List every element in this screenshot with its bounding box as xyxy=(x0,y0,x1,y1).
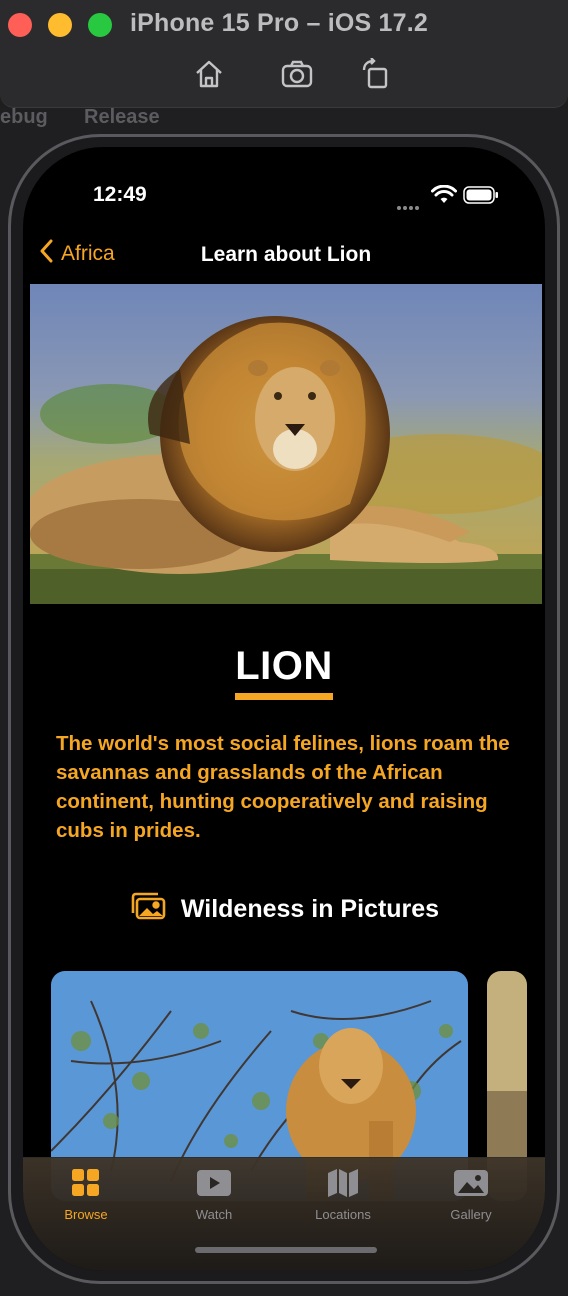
iphone-screen: 12:49 Africa Learn about Lion LION The w… xyxy=(23,147,545,1271)
scheme-tab-debug: ebug xyxy=(0,106,48,128)
gallery-section-header: Wildeness in Pictures xyxy=(23,891,545,928)
home-indicator[interactable] xyxy=(195,1247,377,1253)
status-time: 12:49 xyxy=(93,183,147,206)
window-title: iPhone 15 Pro – iOS 17.2 xyxy=(130,9,428,37)
scheme-tab-release: Release xyxy=(84,106,160,128)
tab-locations-label: Locations xyxy=(315,1207,371,1222)
tab-watch-label: Watch xyxy=(195,1207,233,1222)
zoom-window-button[interactable] xyxy=(88,13,112,37)
minimize-window-button[interactable] xyxy=(48,13,72,37)
tab-bar: Browse Watch Locations Gallery xyxy=(23,1157,545,1271)
home-icon[interactable] xyxy=(193,58,225,90)
close-window-button[interactable] xyxy=(8,13,32,37)
photo-icon xyxy=(453,1170,489,1202)
tab-watch[interactable]: Watch xyxy=(159,1168,269,1222)
tab-browse[interactable]: Browse xyxy=(31,1168,141,1222)
hero-image-lion xyxy=(30,284,542,604)
cellular-signal-icon xyxy=(397,197,421,215)
tab-gallery[interactable]: Gallery xyxy=(416,1168,526,1222)
animal-name: LION xyxy=(235,643,333,700)
grid-icon xyxy=(71,1169,101,1202)
tab-browse-label: Browse xyxy=(64,1207,108,1222)
play-icon xyxy=(196,1170,232,1202)
wifi-icon xyxy=(431,184,457,210)
photo-stack-icon xyxy=(129,891,167,928)
rotate-icon[interactable] xyxy=(360,57,392,90)
animal-description: The world's most social felines, lions r… xyxy=(56,732,510,842)
battery-icon xyxy=(463,186,499,209)
map-icon xyxy=(327,1169,359,1202)
camera-icon[interactable] xyxy=(280,58,313,90)
animal-heading: LION xyxy=(23,643,545,700)
iphone-frame: 12:49 Africa Learn about Lion LION The w… xyxy=(8,134,560,1284)
nav-title: Learn about Lion xyxy=(200,243,372,266)
tab-locations[interactable]: Locations xyxy=(288,1168,398,1222)
tab-gallery-label: Gallery xyxy=(450,1207,492,1222)
gallery-section-title: Wildeness in Pictures xyxy=(180,895,440,923)
simulator-titlebar: iPhone 15 Pro – iOS 17.2 xyxy=(0,0,568,108)
